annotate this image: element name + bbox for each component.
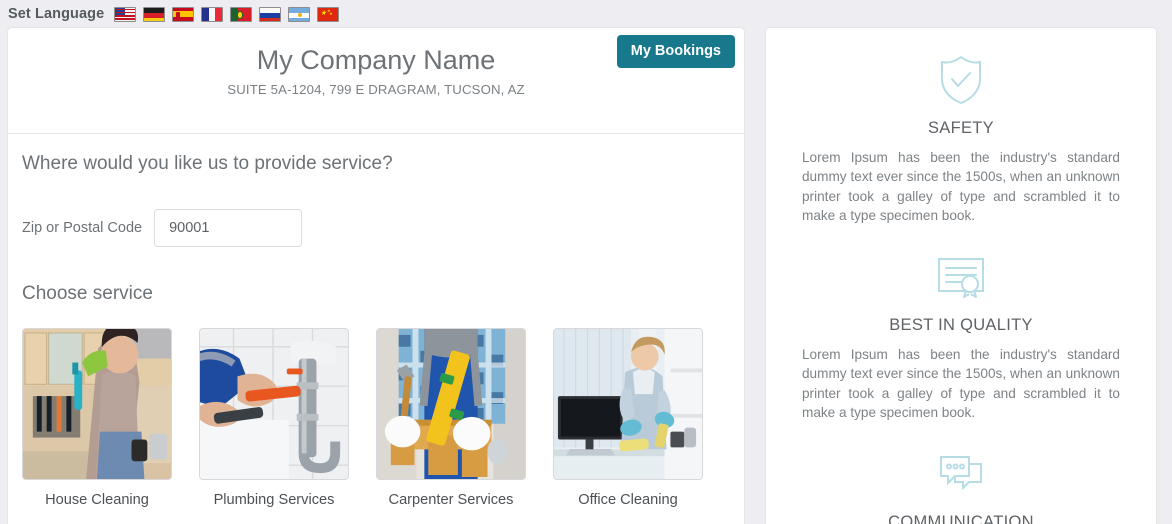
feature-title: COMMUNICATION xyxy=(888,513,1034,524)
set-language-label: Set Language xyxy=(8,6,105,22)
feature-communication: COMMUNICATION Lorem Ipsum has been the i… xyxy=(802,448,1120,524)
zip-label: Zip or Postal Code xyxy=(22,220,143,236)
flag-china-icon[interactable]: ★ ★ ★ xyxy=(317,6,340,22)
zip-input[interactable] xyxy=(154,209,303,247)
flag-france-icon[interactable] xyxy=(201,6,224,22)
feature-title: SAFETY xyxy=(928,119,994,137)
booking-panel: My Company Name SUITE 5A-1204, 799 E DRA… xyxy=(8,28,744,524)
carpenter-services-image xyxy=(376,328,526,480)
feature-text: Lorem Ipsum has been the industry's stan… xyxy=(802,347,1120,421)
service-label: House Cleaning xyxy=(45,492,149,508)
service-card-list: House Cleaning Plumbing Services Carpent… xyxy=(22,328,744,508)
flag-portugal-icon[interactable] xyxy=(230,6,253,22)
flag-spain-icon[interactable] xyxy=(172,6,195,22)
flag-argentina-icon[interactable] xyxy=(288,6,311,22)
service-location-question: Where would you like us to provide servi… xyxy=(22,153,393,174)
shield-check-icon xyxy=(802,54,1120,106)
flag-germany-icon[interactable] xyxy=(143,6,166,22)
plumbing-services-image xyxy=(199,328,349,480)
my-bookings-button[interactable]: My Bookings xyxy=(616,35,735,68)
features-sidebar: SAFETY Lorem Ipsum has been the industry… xyxy=(766,28,1156,524)
service-label: Plumbing Services xyxy=(213,492,335,508)
page-root: Set Language ★ ★ ★ My Company Name SUITE… xyxy=(0,0,1172,524)
service-label: Office Cleaning xyxy=(578,492,678,508)
feature-text: Lorem Ipsum has been the industry's stan… xyxy=(802,150,1120,223)
flag-russia-icon[interactable] xyxy=(259,6,282,22)
office-cleaning-image xyxy=(553,328,703,480)
company-address: SUITE 5A-1204, 799 E DRAGRAM, TUCSON, AZ xyxy=(227,82,525,97)
service-label: Carpenter Services xyxy=(388,492,514,508)
flag-usa-icon[interactable] xyxy=(114,6,137,22)
service-card-plumbing-services[interactable]: Plumbing Services xyxy=(199,328,349,508)
feature-safety: SAFETY Lorem Ipsum has been the industry… xyxy=(802,54,1120,225)
certificate-icon xyxy=(802,251,1120,303)
zip-row: Zip or Postal Code xyxy=(22,209,744,247)
service-card-office-cleaning[interactable]: Office Cleaning xyxy=(553,328,703,508)
house-cleaning-image xyxy=(22,328,172,480)
choose-service-title: Choose service xyxy=(22,283,153,304)
feature-title: BEST IN QUALITY xyxy=(889,316,1033,335)
booking-form: Where would you like us to provide servi… xyxy=(8,134,744,508)
service-card-house-cleaning[interactable]: House Cleaning xyxy=(22,328,172,508)
service-card-carpenter-services[interactable]: Carpenter Services xyxy=(376,328,526,508)
chat-bubbles-icon xyxy=(802,448,1120,500)
language-bar: Set Language ★ ★ ★ xyxy=(0,0,1172,28)
company-header: My Company Name SUITE 5A-1204, 799 E DRA… xyxy=(8,28,744,134)
feature-best-in-quality: BEST IN QUALITY Lorem Ipsum has been the… xyxy=(802,251,1120,422)
